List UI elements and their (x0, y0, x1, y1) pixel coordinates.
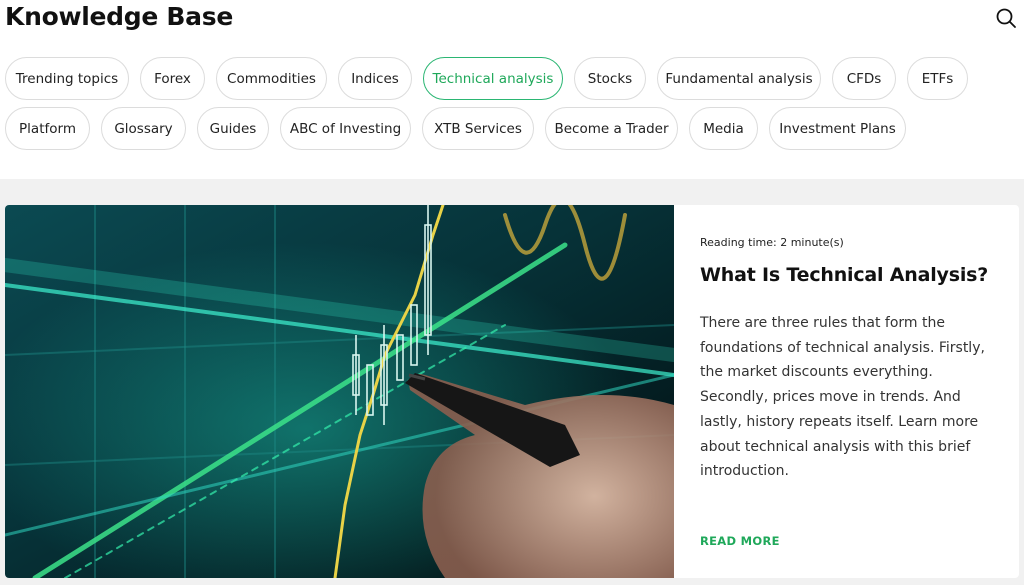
chip-abc-of-investing[interactable]: ABC of Investing (280, 107, 411, 150)
chip-indices[interactable]: Indices (338, 57, 412, 100)
page-title: Knowledge Base (5, 2, 233, 31)
chip-trending-topics[interactable]: Trending topics (5, 57, 129, 100)
article-card[interactable]: Reading time: 2 minute(s) What Is Techni… (5, 205, 1019, 578)
category-row-1: Trending topics Forex Commodities Indice… (5, 57, 1020, 100)
chip-become-a-trader[interactable]: Become a Trader (545, 107, 678, 150)
chip-cfds[interactable]: CFDs (832, 57, 896, 100)
chip-technical-analysis[interactable]: Technical analysis (423, 57, 563, 100)
chip-xtb-services[interactable]: XTB Services (422, 107, 534, 150)
chip-commodities[interactable]: Commodities (216, 57, 327, 100)
chip-guides[interactable]: Guides (197, 107, 269, 150)
chip-forex[interactable]: Forex (140, 57, 205, 100)
category-row-2: Platform Glossary Guides ABC of Investin… (5, 107, 1020, 150)
trading-chart-photo[interactable] (5, 205, 674, 578)
search-button[interactable] (994, 6, 1018, 30)
article-body: Reading time: 2 minute(s) What Is Techni… (700, 205, 1010, 578)
chip-glossary[interactable]: Glossary (101, 107, 186, 150)
reading-time: Reading time: 2 minute(s) (700, 236, 844, 249)
article-description: There are three rules that form the foun… (700, 315, 985, 480)
read-more-link[interactable]: READ MORE (700, 534, 780, 548)
chip-platform[interactable]: Platform (5, 107, 90, 150)
chip-stocks[interactable]: Stocks (574, 57, 646, 100)
chip-media[interactable]: Media (689, 107, 758, 150)
chip-investment-plans[interactable]: Investment Plans (769, 107, 906, 150)
header: Knowledge Base (0, 0, 1024, 50)
chip-fundamental-analysis[interactable]: Fundamental analysis (657, 57, 821, 100)
category-filters: Trending topics Forex Commodities Indice… (5, 57, 1020, 157)
article-title[interactable]: What Is Technical Analysis? (700, 264, 988, 286)
search-icon (996, 8, 1016, 28)
chip-etfs[interactable]: ETFs (907, 57, 968, 100)
